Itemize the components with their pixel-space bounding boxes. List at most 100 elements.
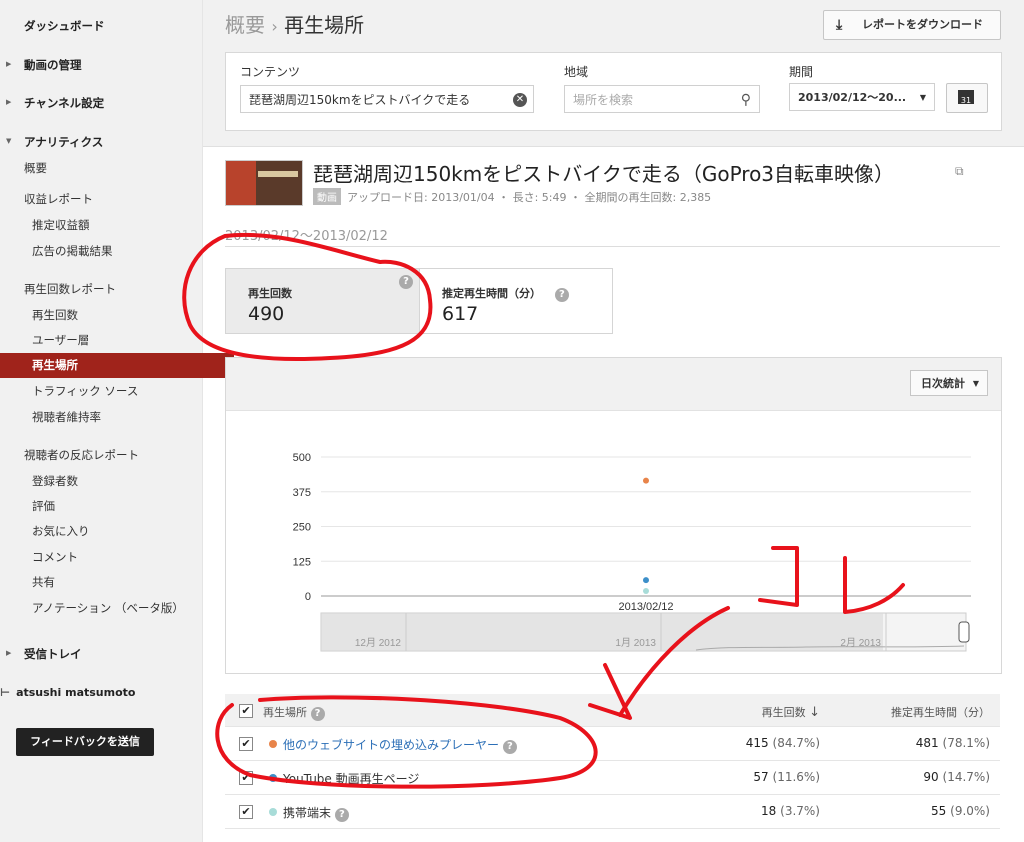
select-all-checkbox[interactable]: ✔: [239, 704, 253, 718]
table-row: ✔ 他のウェブサイトの埋め込みプレーヤー ? 415 (84.7%) 481 (…: [225, 727, 1000, 761]
col-views-header[interactable]: 再生回数 ↓: [762, 704, 820, 720]
table-row: ✔ YouTube 動画再生ページ 57 (11.6%) 90 (14.7%): [225, 761, 1000, 795]
help-icon[interactable]: ?: [310, 707, 325, 721]
row-checkbox[interactable]: ✔: [239, 737, 253, 751]
y-tick-label: 250: [293, 522, 311, 534]
calendar-button[interactable]: 31: [946, 83, 988, 113]
nav-overview[interactable]: 概要: [0, 160, 226, 176]
region-search-input[interactable]: 場所を検索 ⚲: [564, 85, 760, 113]
navigator-label: 12月 2012: [355, 637, 402, 649]
metric-watch-label-wrap: 推定再生時間（分） ?: [442, 285, 569, 302]
row-watch-pct: (78.1%): [942, 736, 990, 750]
calendar-icon: 31: [958, 90, 974, 105]
nav-channel-settings[interactable]: ▶ チャンネル設定: [0, 95, 226, 111]
scatter-chart: 500 375 250 125 0 2013/02/12 12月 2012 1月 2013 2月…: [293, 452, 971, 652]
metric-card-watch-time[interactable]: 推定再生時間（分） ? 617: [419, 268, 613, 334]
page-title: 再生場所: [284, 13, 365, 37]
content-filter-value: 琵琶湖周辺150kmをピストバイクで走る: [249, 93, 471, 107]
nav-audience-retention[interactable]: 視聴者維持率: [0, 409, 234, 425]
row-checkbox[interactable]: ✔: [239, 805, 253, 819]
download-report-button[interactable]: ⤓ レポートをダウンロード: [823, 10, 1001, 40]
sort-down-arrow-icon: ↓: [809, 705, 820, 720]
y-tick-label: 500: [293, 452, 311, 464]
row-views: 57 (11.6%): [753, 770, 820, 784]
breadcrumb: 概要 › 再生場所: [225, 9, 364, 38]
x-tick-label: 2013/02/12: [618, 601, 673, 613]
row-views-value: 18: [761, 804, 777, 818]
nav-comments[interactable]: コメント: [0, 549, 234, 565]
nav-favorites[interactable]: お気に入り: [0, 523, 234, 539]
video-thumbnail[interactable]: [225, 160, 303, 206]
filter-panel: コンテンツ 琵琶湖周辺150kmをピストバイクで走る ✕ 地域 場所を検索 ⚲ …: [225, 52, 1002, 131]
region-search-placeholder: 場所を検索: [573, 93, 634, 107]
nav-annotations[interactable]: アノテーション （ベータ版）: [0, 600, 234, 616]
row-source-label: 携帯端末: [283, 806, 332, 820]
nav-likes[interactable]: 評価: [0, 498, 234, 514]
content-filter-input[interactable]: 琵琶湖周辺150kmをピストバイクで走る ✕: [240, 85, 534, 113]
metric-views-label: 再生回数: [248, 287, 292, 300]
video-meta-text: アップロード日: 2013/01/04 ・ 長さ: 5:49 ・ 全期間の再生回…: [347, 191, 712, 204]
nav-video-manager-label: 動画の管理: [24, 58, 82, 72]
row-source: 携帯端末 ?: [283, 804, 349, 822]
period-value: 2013/02/12〜20...: [798, 91, 907, 104]
external-link-icon[interactable]: ⧉: [955, 164, 964, 179]
row-source-label: 他のウェブサイトの埋め込みプレーヤー: [283, 738, 500, 752]
col-watch-header[interactable]: 推定再生時間（分）: [891, 704, 990, 720]
user-account[interactable]: ⊢ atsushi matsumoto: [0, 686, 135, 699]
send-feedback-button[interactable]: フィードバックを送信: [16, 728, 154, 756]
row-watch-value: 55: [931, 804, 947, 818]
row-source[interactable]: 他のウェブサイトの埋め込みプレーヤー ?: [283, 736, 517, 754]
nav-inbox-label: 受信トレイ: [24, 647, 82, 661]
video-type-badge: 動画: [313, 188, 341, 205]
collapse-triangle-icon: ▼: [6, 137, 12, 145]
row-watch: 90 (14.7%): [923, 770, 990, 784]
navigator-label: 2月 2013: [840, 637, 881, 649]
sidebar: ダッシュボード ▶ 動画の管理 ▶ チャンネル設定 ▼ アナリティクス 概要 収益レポ…: [0, 0, 234, 842]
metric-watch-label: 推定再生時間（分）: [442, 287, 541, 300]
content-filter-label: コンテンツ: [240, 65, 301, 79]
nav-video-manager[interactable]: ▶ 動画の管理: [0, 57, 226, 73]
series-color-dot: [269, 808, 277, 816]
nav-sharing[interactable]: 共有: [0, 574, 234, 590]
breadcrumb-separator: ›: [271, 17, 278, 36]
nav-inbox[interactable]: ▶ 受信トレイ: [0, 646, 226, 662]
nav-traffic-sources[interactable]: トラフィック ソース: [0, 383, 234, 399]
help-icon[interactable]: ?: [554, 288, 569, 302]
expand-triangle-icon: ▶: [6, 60, 12, 68]
help-icon[interactable]: ?: [399, 275, 413, 289]
metric-card-views[interactable]: 再生回数 490 ?: [225, 268, 420, 334]
video-title[interactable]: 琵琶湖周辺150kmをピストバイクで走る（GoPro3自転車映像）: [313, 158, 894, 187]
col-views-label: 再生回数: [761, 706, 806, 719]
row-source: YouTube 動画再生ページ: [283, 770, 419, 787]
series-color-dot: [269, 774, 277, 782]
breadcrumb-parent[interactable]: 概要: [225, 13, 265, 37]
expand-triangle-icon: ▶: [6, 98, 12, 106]
nav-dashboard-label: ダッシュボード: [24, 19, 105, 33]
nav-analytics[interactable]: ▼ アナリティクス: [0, 134, 226, 150]
nav-revenue-reports: 収益レポート: [24, 192, 93, 206]
row-views: 18 (3.7%): [761, 804, 820, 818]
nav-estimated-earnings[interactable]: 推定収益額: [0, 217, 234, 233]
nav-engagement-reports: 視聴者の反応レポート: [24, 448, 139, 462]
period-select[interactable]: 2013/02/12〜20... ▼: [789, 83, 935, 111]
row-views-pct: (11.6%): [772, 770, 820, 784]
navigator-handle: [958, 621, 970, 643]
row-checkbox[interactable]: ✔: [239, 771, 253, 785]
nav-analytics-label: アナリティクス: [24, 135, 104, 149]
period-filter-label: 期間: [789, 65, 814, 79]
nav-dashboard[interactable]: ダッシュボード: [0, 18, 226, 34]
nav-subscribers[interactable]: 登録者数: [0, 473, 234, 489]
help-icon[interactable]: ?: [502, 740, 517, 754]
nav-playback-locations[interactable]: 再生場所: [0, 353, 234, 378]
col-source-header[interactable]: 再生場所 ?: [263, 704, 325, 721]
nav-demographics[interactable]: ユーザー層: [0, 332, 234, 348]
search-icon[interactable]: ⚲: [741, 86, 751, 114]
data-point: [643, 587, 649, 594]
chart-panel: 日次統計 ▼ 500 375 250 125 0 2013/02/12 12月 2012 1月…: [225, 357, 1002, 674]
help-icon[interactable]: ?: [334, 808, 349, 822]
clear-icon[interactable]: ✕: [513, 93, 527, 107]
nav-views[interactable]: 再生回数: [0, 307, 234, 323]
metric-watch-value: 617: [442, 303, 479, 325]
table-header: ✔ 再生場所 ? 再生回数 ↓ 推定再生時間（分）: [225, 694, 1000, 727]
nav-ad-performance[interactable]: 広告の掲載結果: [0, 243, 234, 259]
